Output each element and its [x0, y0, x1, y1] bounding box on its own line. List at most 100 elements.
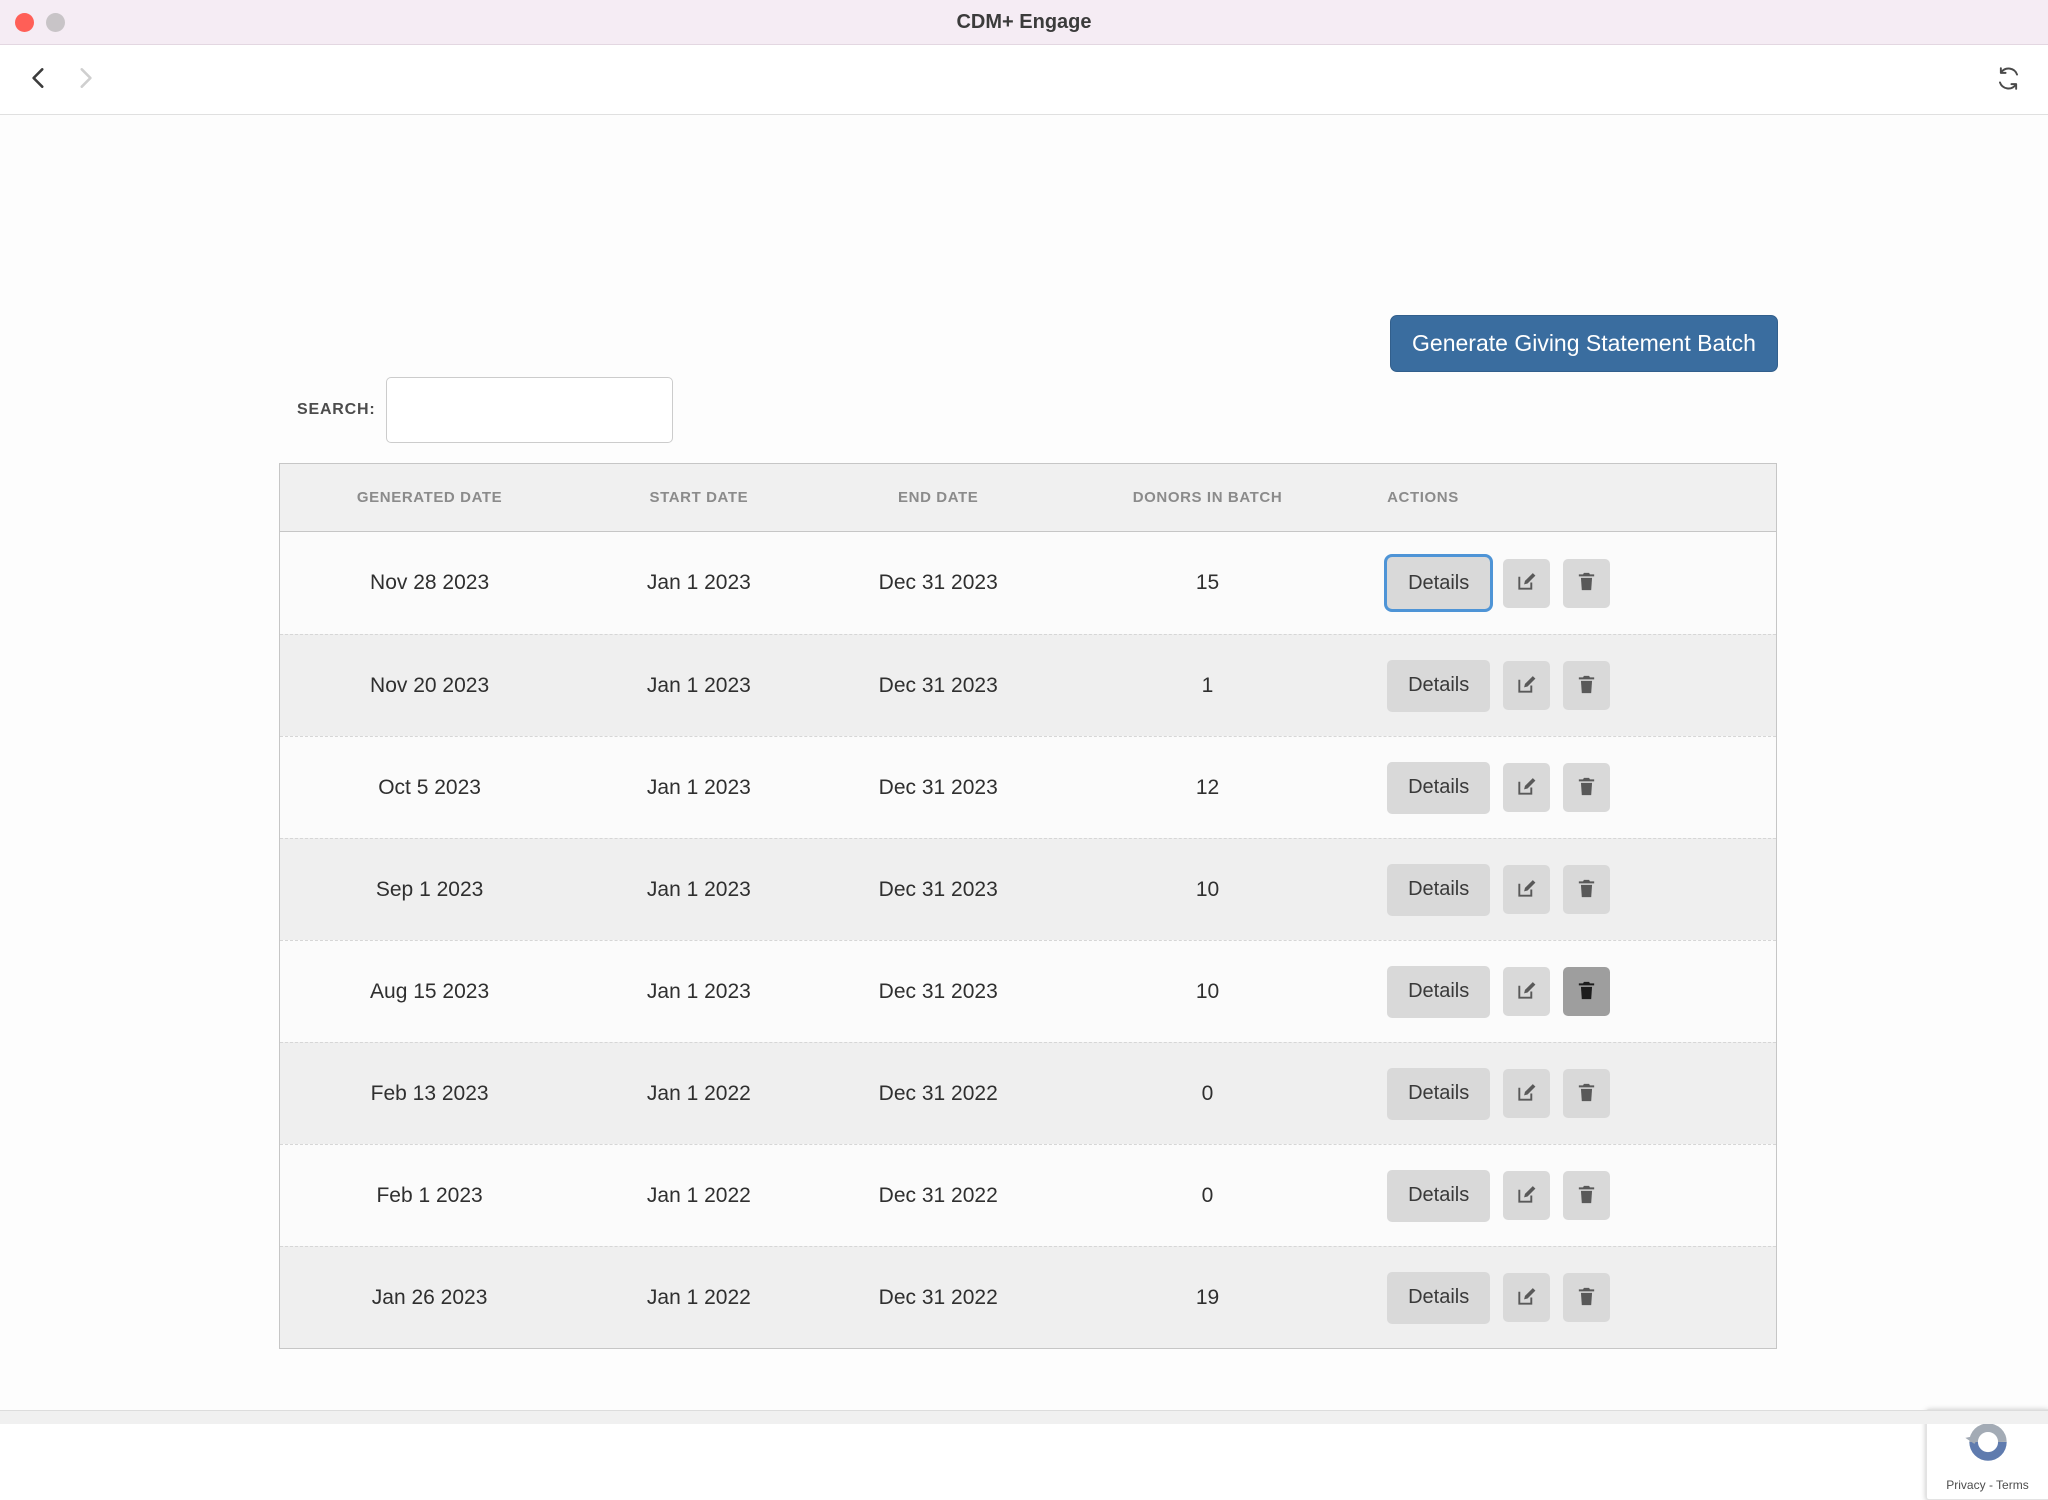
titlebar: CDM+ Engage — [0, 0, 2048, 45]
donors-in-batch-cell: 10 — [1058, 878, 1357, 902]
table-row: Jan 26 2023 Jan 1 2022 Dec 31 2022 19 De… — [280, 1246, 1776, 1348]
column-header-generated-date: GENERATED DATE — [280, 489, 579, 506]
edit-button[interactable] — [1503, 1171, 1550, 1220]
trash-icon — [1575, 775, 1598, 801]
donors-in-batch-cell: 10 — [1058, 980, 1357, 1004]
trash-icon — [1575, 1183, 1598, 1209]
privacy-terms-link[interactable]: Privacy - Terms — [1946, 1478, 2028, 1492]
actions-cell: Details — [1357, 1068, 1776, 1120]
actions-cell: Details — [1357, 557, 1776, 609]
delete-button[interactable] — [1563, 865, 1610, 914]
details-button[interactable]: Details — [1387, 864, 1490, 916]
end-date-cell: Dec 31 2023 — [819, 674, 1058, 698]
search-input[interactable] — [386, 377, 673, 443]
edit-button[interactable] — [1503, 1273, 1550, 1322]
search-label: SEARCH: — [297, 401, 376, 419]
forward-button[interactable] — [72, 65, 98, 94]
delete-button[interactable] — [1563, 1171, 1610, 1220]
window-title: CDM+ Engage — [956, 11, 1091, 34]
generated-date-cell: Jan 26 2023 — [280, 1286, 579, 1310]
delete-button[interactable] — [1563, 1273, 1610, 1322]
actions-cell: Details — [1357, 660, 1776, 712]
delete-button[interactable] — [1563, 1069, 1610, 1118]
details-button[interactable]: Details — [1387, 966, 1490, 1018]
details-button[interactable]: Details — [1387, 1068, 1490, 1120]
table-row: Feb 1 2023 Jan 1 2022 Dec 31 2022 0 Deta… — [280, 1144, 1776, 1246]
refresh-button[interactable] — [1995, 65, 2022, 95]
edit-button[interactable] — [1503, 559, 1550, 608]
table-row: Sep 1 2023 Jan 1 2023 Dec 31 2023 10 Det… — [280, 838, 1776, 940]
generated-date-cell: Nov 20 2023 — [280, 674, 579, 698]
table-header-row: GENERATED DATE START DATE END DATE DONOR… — [280, 464, 1776, 532]
window-bottom-edge — [0, 1410, 2048, 1424]
end-date-cell: Dec 31 2023 — [819, 776, 1058, 800]
start-date-cell: Jan 1 2023 — [579, 776, 818, 800]
start-date-cell: Jan 1 2023 — [579, 674, 818, 698]
delete-button[interactable] — [1563, 967, 1610, 1016]
edit-button[interactable] — [1503, 763, 1550, 812]
actions-cell: Details — [1357, 762, 1776, 814]
actions-cell: Details — [1357, 864, 1776, 916]
close-button[interactable] — [15, 13, 34, 32]
edit-pencil-icon — [1515, 673, 1538, 699]
table-row: Aug 15 2023 Jan 1 2023 Dec 31 2023 10 De… — [280, 940, 1776, 1042]
actions-cell: Details — [1357, 1272, 1776, 1324]
minimize-button[interactable] — [46, 13, 65, 32]
edit-button[interactable] — [1503, 1069, 1550, 1118]
generated-date-cell: Feb 13 2023 — [280, 1082, 579, 1106]
details-button[interactable]: Details — [1387, 1272, 1490, 1324]
donors-in-batch-cell: 0 — [1058, 1184, 1357, 1208]
start-date-cell: Jan 1 2023 — [579, 980, 818, 1004]
generate-giving-statement-batch-button[interactable]: Generate Giving Statement Batch — [1390, 315, 1778, 372]
generated-date-cell: Aug 15 2023 — [280, 980, 579, 1004]
column-header-actions: ACTIONS — [1357, 489, 1776, 506]
search-bar: SEARCH: — [279, 377, 673, 443]
edit-pencil-icon — [1515, 1081, 1538, 1107]
traffic-lights — [15, 0, 65, 44]
end-date-cell: Dec 31 2023 — [819, 571, 1058, 595]
app-window: CDM+ Engage Generate Giving Statement Ba… — [0, 0, 2048, 1424]
delete-button[interactable] — [1563, 661, 1610, 710]
refresh-icon — [1995, 65, 2022, 95]
edit-button[interactable] — [1503, 661, 1550, 710]
edit-pencil-icon — [1515, 570, 1538, 596]
trash-icon — [1575, 570, 1598, 596]
delete-button[interactable] — [1563, 559, 1610, 608]
donors-in-batch-cell: 15 — [1058, 571, 1357, 595]
donors-in-batch-cell: 19 — [1058, 1286, 1357, 1310]
actions-cell: Details — [1357, 966, 1776, 1018]
edit-pencil-icon — [1515, 1183, 1538, 1209]
column-header-donors-in-batch: DONORS IN BATCH — [1058, 489, 1357, 506]
start-date-cell: Jan 1 2022 — [579, 1286, 818, 1310]
generated-date-cell: Feb 1 2023 — [280, 1184, 579, 1208]
start-date-cell: Jan 1 2023 — [579, 878, 818, 902]
table-row: Nov 28 2023 Jan 1 2023 Dec 31 2023 15 De… — [280, 532, 1776, 634]
giving-statement-batches-table: GENERATED DATE START DATE END DATE DONOR… — [279, 463, 1777, 1349]
details-button[interactable]: Details — [1387, 1170, 1490, 1222]
details-button[interactable]: Details — [1387, 557, 1490, 609]
donors-in-batch-cell: 1 — [1058, 674, 1357, 698]
back-button[interactable] — [26, 65, 52, 94]
trash-icon — [1575, 1285, 1598, 1311]
start-date-cell: Jan 1 2023 — [579, 571, 818, 595]
edit-button[interactable] — [1503, 967, 1550, 1016]
details-button[interactable]: Details — [1387, 762, 1490, 814]
generated-date-cell: Oct 5 2023 — [280, 776, 579, 800]
end-date-cell: Dec 31 2023 — [819, 878, 1058, 902]
details-button[interactable]: Details — [1387, 660, 1490, 712]
end-date-cell: Dec 31 2022 — [819, 1082, 1058, 1106]
chevron-left-icon — [26, 65, 52, 94]
start-date-cell: Jan 1 2022 — [579, 1082, 818, 1106]
edit-pencil-icon — [1515, 775, 1538, 801]
edit-button[interactable] — [1503, 865, 1550, 914]
trash-icon — [1575, 673, 1598, 699]
actions-cell: Details — [1357, 1170, 1776, 1222]
delete-button[interactable] — [1563, 763, 1610, 812]
trash-icon — [1575, 979, 1598, 1005]
end-date-cell: Dec 31 2022 — [819, 1286, 1058, 1310]
main-content: Generate Giving Statement Batch SEARCH: … — [0, 115, 2048, 1424]
chevron-right-icon — [72, 65, 98, 94]
edit-pencil-icon — [1515, 1285, 1538, 1311]
column-header-end-date: END DATE — [819, 489, 1058, 506]
end-date-cell: Dec 31 2023 — [819, 980, 1058, 1004]
